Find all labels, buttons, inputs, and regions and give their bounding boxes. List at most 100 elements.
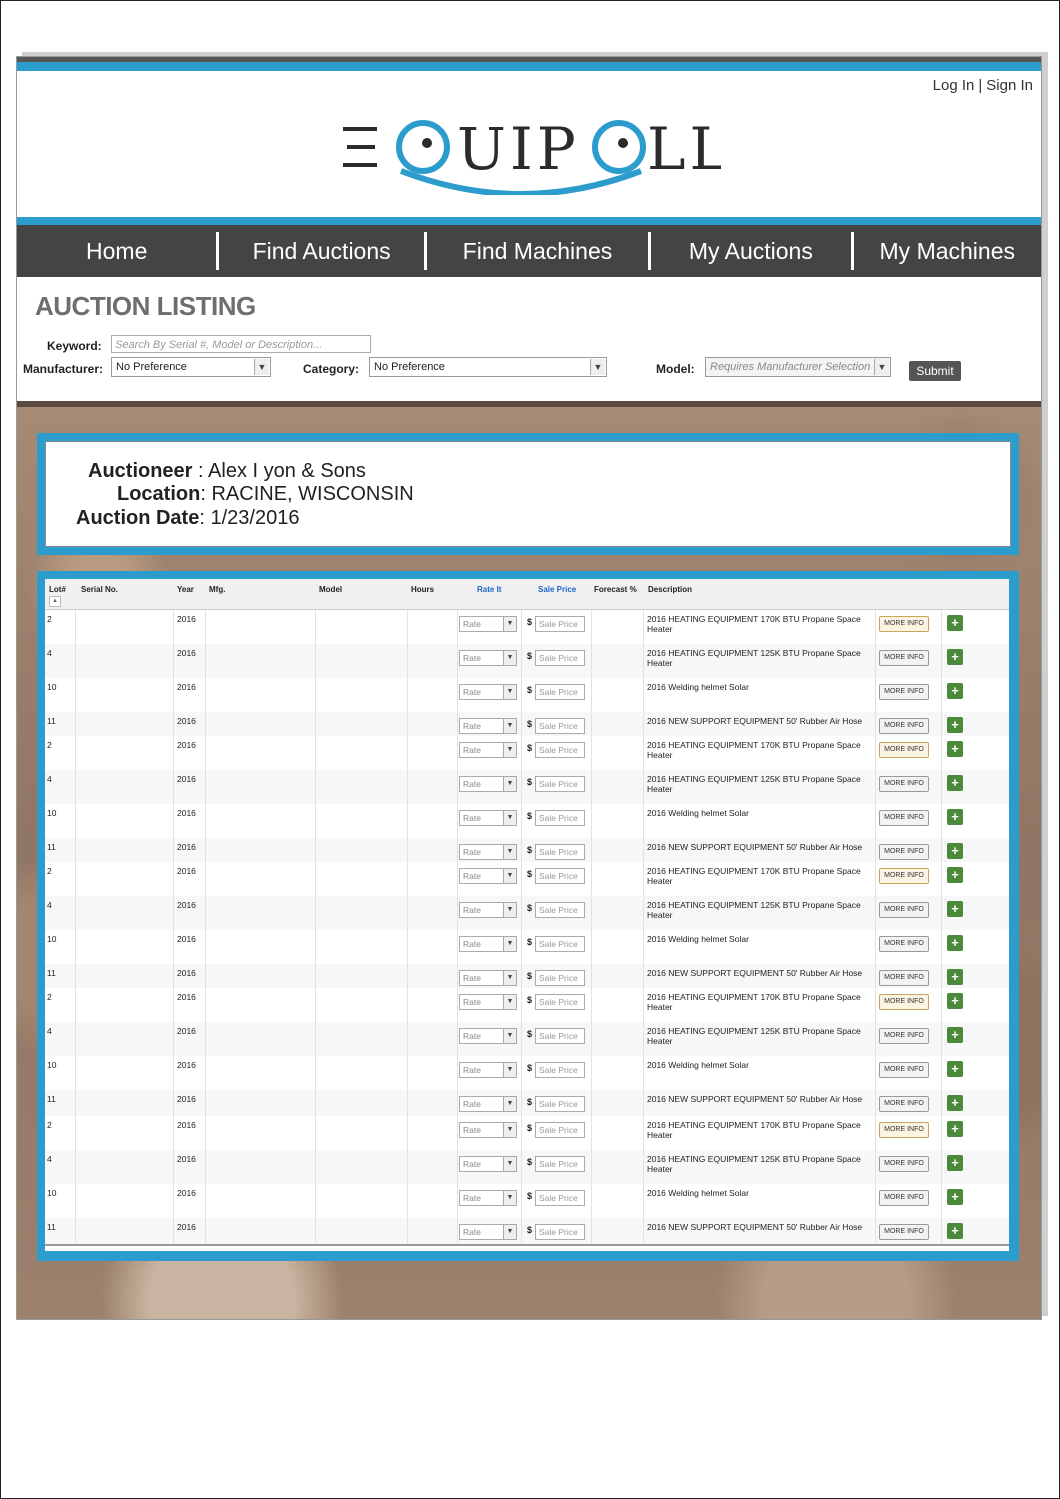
more-info-button[interactable]: MORE INFO [879, 1224, 929, 1240]
rate-select[interactable]: Rate ▼ [459, 650, 517, 666]
add-icon[interactable]: + [947, 615, 963, 631]
add-icon[interactable]: + [947, 809, 963, 825]
rate-select[interactable]: Rate ▼ [459, 1096, 517, 1112]
more-info-button[interactable]: MORE INFO [879, 718, 929, 734]
col-forecast[interactable]: Forecast % [594, 585, 637, 594]
rate-select[interactable]: Rate ▼ [459, 902, 517, 918]
rate-select[interactable]: Rate ▼ [459, 970, 517, 986]
add-icon[interactable]: + [947, 775, 963, 791]
add-icon[interactable]: + [947, 1223, 963, 1239]
sale-price-input[interactable]: Sale Price [535, 1122, 585, 1138]
rate-select[interactable]: Rate ▼ [459, 776, 517, 792]
add-icon[interactable]: + [947, 1155, 963, 1171]
nav-my-machines[interactable]: My Machines [854, 225, 1041, 277]
rate-select[interactable]: Rate ▼ [459, 1224, 517, 1240]
rate-select[interactable]: Rate ▼ [459, 742, 517, 758]
add-icon[interactable]: + [947, 935, 963, 951]
more-info-button[interactable]: MORE INFO [879, 970, 929, 986]
add-icon[interactable]: + [947, 1121, 963, 1137]
col-model[interactable]: Model [319, 585, 342, 594]
col-description[interactable]: Description [648, 585, 692, 594]
rate-select[interactable]: Rate ▼ [459, 1156, 517, 1172]
col-lot[interactable]: Lot# [49, 585, 66, 594]
more-info-button[interactable]: MORE INFO [879, 1062, 929, 1078]
sale-price-input[interactable]: Sale Price [535, 1224, 585, 1240]
sort-asc-icon[interactable]: ▲ [49, 596, 61, 607]
sale-price-input[interactable]: Sale Price [535, 1028, 585, 1044]
sale-price-input[interactable]: Sale Price [535, 718, 585, 734]
col-sale-price[interactable]: Sale Price [538, 585, 576, 594]
sale-price-input[interactable]: Sale Price [535, 936, 585, 952]
col-serial[interactable]: Serial No. [81, 585, 118, 594]
more-info-button[interactable]: MORE INFO [879, 616, 929, 632]
more-info-button[interactable]: MORE INFO [879, 1096, 929, 1112]
add-icon[interactable]: + [947, 683, 963, 699]
sale-price-input[interactable]: Sale Price [535, 1190, 585, 1206]
rate-select[interactable]: Rate ▼ [459, 844, 517, 860]
submit-button[interactable]: Submit [909, 361, 961, 381]
more-info-button[interactable]: MORE INFO [879, 810, 929, 826]
sale-price-input[interactable]: Sale Price [535, 1096, 585, 1112]
add-icon[interactable]: + [947, 649, 963, 665]
sale-price-input[interactable]: Sale Price [535, 776, 585, 792]
more-info-button[interactable]: MORE INFO [879, 868, 929, 884]
more-info-button[interactable]: MORE INFO [879, 1122, 929, 1138]
rate-select[interactable]: Rate ▼ [459, 936, 517, 952]
add-icon[interactable]: + [947, 1061, 963, 1077]
equipoll-logo[interactable]: UIP LL [341, 105, 721, 195]
signin-link[interactable]: Sign In [986, 77, 1033, 94]
sale-price-input[interactable]: Sale Price [535, 810, 585, 826]
add-icon[interactable]: + [947, 867, 963, 883]
more-info-button[interactable]: MORE INFO [879, 902, 929, 918]
add-icon[interactable]: + [947, 843, 963, 859]
add-icon[interactable]: + [947, 901, 963, 917]
keyword-search-input[interactable]: Search By Serial #, Model or Description… [111, 335, 371, 353]
add-icon[interactable]: + [947, 969, 963, 985]
more-info-button[interactable]: MORE INFO [879, 742, 929, 758]
sale-price-input[interactable]: Sale Price [535, 1156, 585, 1172]
more-info-button[interactable]: MORE INFO [879, 844, 929, 860]
sale-price-input[interactable]: Sale Price [535, 994, 585, 1010]
rate-select[interactable]: Rate ▼ [459, 616, 517, 632]
nav-find-machines[interactable]: Find Machines [427, 225, 648, 277]
more-info-button[interactable]: MORE INFO [879, 776, 929, 792]
col-rate-it[interactable]: Rate It [477, 585, 501, 594]
nav-home[interactable]: Home [17, 225, 216, 277]
sale-price-input[interactable]: Sale Price [535, 868, 585, 884]
manufacturer-select[interactable]: No Preference ▼ [111, 357, 271, 377]
rate-select[interactable]: Rate ▼ [459, 684, 517, 700]
more-info-button[interactable]: MORE INFO [879, 684, 929, 700]
sale-price-input[interactable]: Sale Price [535, 616, 585, 632]
category-select[interactable]: No Preference ▼ [369, 357, 607, 377]
add-icon[interactable]: + [947, 1095, 963, 1111]
more-info-button[interactable]: MORE INFO [879, 650, 929, 666]
login-link[interactable]: Log In [933, 77, 975, 94]
rate-select[interactable]: Rate ▼ [459, 810, 517, 826]
rate-select[interactable]: Rate ▼ [459, 868, 517, 884]
sale-price-input[interactable]: Sale Price [535, 650, 585, 666]
nav-my-auctions[interactable]: My Auctions [651, 225, 850, 277]
sale-price-input[interactable]: Sale Price [535, 902, 585, 918]
sale-price-input[interactable]: Sale Price [535, 742, 585, 758]
more-info-button[interactable]: MORE INFO [879, 936, 929, 952]
sale-price-input[interactable]: Sale Price [535, 970, 585, 986]
rate-select[interactable]: Rate ▼ [459, 718, 517, 734]
add-icon[interactable]: + [947, 1189, 963, 1205]
more-info-button[interactable]: MORE INFO [879, 1028, 929, 1044]
model-select[interactable]: Requires Manufacturer Selection ▼ [705, 357, 891, 377]
rate-select[interactable]: Rate ▼ [459, 994, 517, 1010]
sale-price-input[interactable]: Sale Price [535, 1062, 585, 1078]
add-icon[interactable]: + [947, 993, 963, 1009]
more-info-button[interactable]: MORE INFO [879, 994, 929, 1010]
add-icon[interactable]: + [947, 741, 963, 757]
rate-select[interactable]: Rate ▼ [459, 1062, 517, 1078]
rate-select[interactable]: Rate ▼ [459, 1122, 517, 1138]
add-icon[interactable]: + [947, 1027, 963, 1043]
more-info-button[interactable]: MORE INFO [879, 1190, 929, 1206]
nav-find-auctions[interactable]: Find Auctions [219, 225, 423, 277]
rate-select[interactable]: Rate ▼ [459, 1190, 517, 1206]
col-mfg[interactable]: Mfg. [209, 585, 225, 594]
col-year[interactable]: Year [177, 585, 194, 594]
rate-select[interactable]: Rate ▼ [459, 1028, 517, 1044]
col-hours[interactable]: Hours [411, 585, 434, 594]
